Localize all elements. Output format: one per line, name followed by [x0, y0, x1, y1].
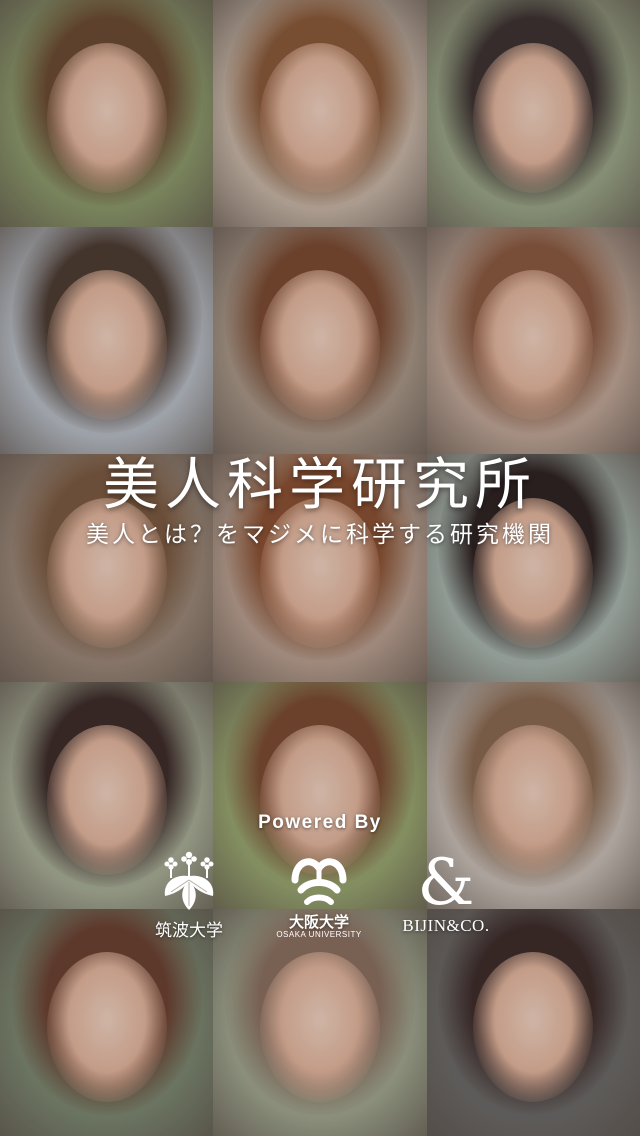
partner-subname: OSAKA UNIVERSITY	[276, 930, 362, 939]
partner-name: 筑波大学	[155, 921, 223, 941]
app-title: 美人科学研究所	[103, 453, 537, 518]
background-overlay	[0, 0, 640, 1136]
partner-logo-bijin: & BIJIN&CO.	[381, 850, 511, 950]
partner-logo-osaka: 大阪大学 OSAKA UNIVERSITY	[254, 850, 384, 950]
splash-screen: 美人科学研究所 美人とは？をマジメに科学する研究機関 Powered By 筑波…	[0, 0, 640, 1136]
powered-by-label: Powered By	[258, 812, 382, 833]
partner-name: 大阪大学	[288, 913, 349, 931]
osaka-university-icon	[291, 858, 347, 905]
partner-logo-tsukuba: 筑波大学	[124, 850, 254, 950]
partner-name: BIJIN&CO.	[402, 916, 490, 935]
ampersand-icon: &	[418, 850, 475, 910]
partner-logos: 筑波大学 大阪大学 OSAKA UNIVERSITY & BIJIN&CO.	[0, 850, 640, 950]
svg-text:&: &	[418, 850, 475, 910]
app-tagline: 美人とは？をマジメに科学する研究機関	[86, 522, 554, 548]
paulownia-crest-icon	[164, 851, 214, 910]
